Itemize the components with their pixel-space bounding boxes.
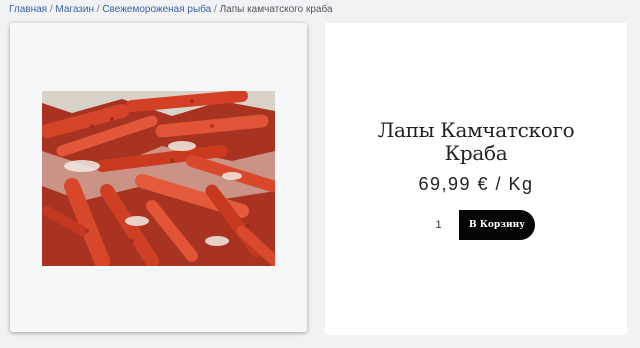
quantity-input[interactable]	[418, 211, 459, 239]
product-photo[interactable]	[42, 91, 275, 266]
breadcrumb-shop-link[interactable]: Магазин	[55, 4, 94, 15]
product-title: Лапы Камчатского Краба	[325, 119, 627, 165]
product-title-line-2: Краба	[444, 141, 508, 165]
product-title-line-1: Лапы Камчатского	[377, 118, 575, 142]
breadcrumb-separator: /	[96, 4, 100, 15]
product-price: 69,99 € / Kg	[418, 174, 534, 194]
breadcrumb: Главная / Магазин / Свежемороженая рыба …	[9, 4, 333, 15]
breadcrumb-separator: /	[214, 4, 217, 15]
breadcrumb-separator: /	[49, 4, 53, 15]
add-to-cart-button[interactable]: В Корзину	[459, 210, 535, 240]
breadcrumb-category-link[interactable]: Свежемороженая рыба	[102, 4, 211, 15]
breadcrumb-home-link[interactable]: Главная	[9, 4, 47, 15]
product-info-card: Лапы Камчатского Краба 69,99 € / Kg В Ко…	[325, 23, 627, 335]
product-image-card	[10, 23, 307, 332]
breadcrumb-current: Лапы камчатского краба	[219, 4, 333, 15]
